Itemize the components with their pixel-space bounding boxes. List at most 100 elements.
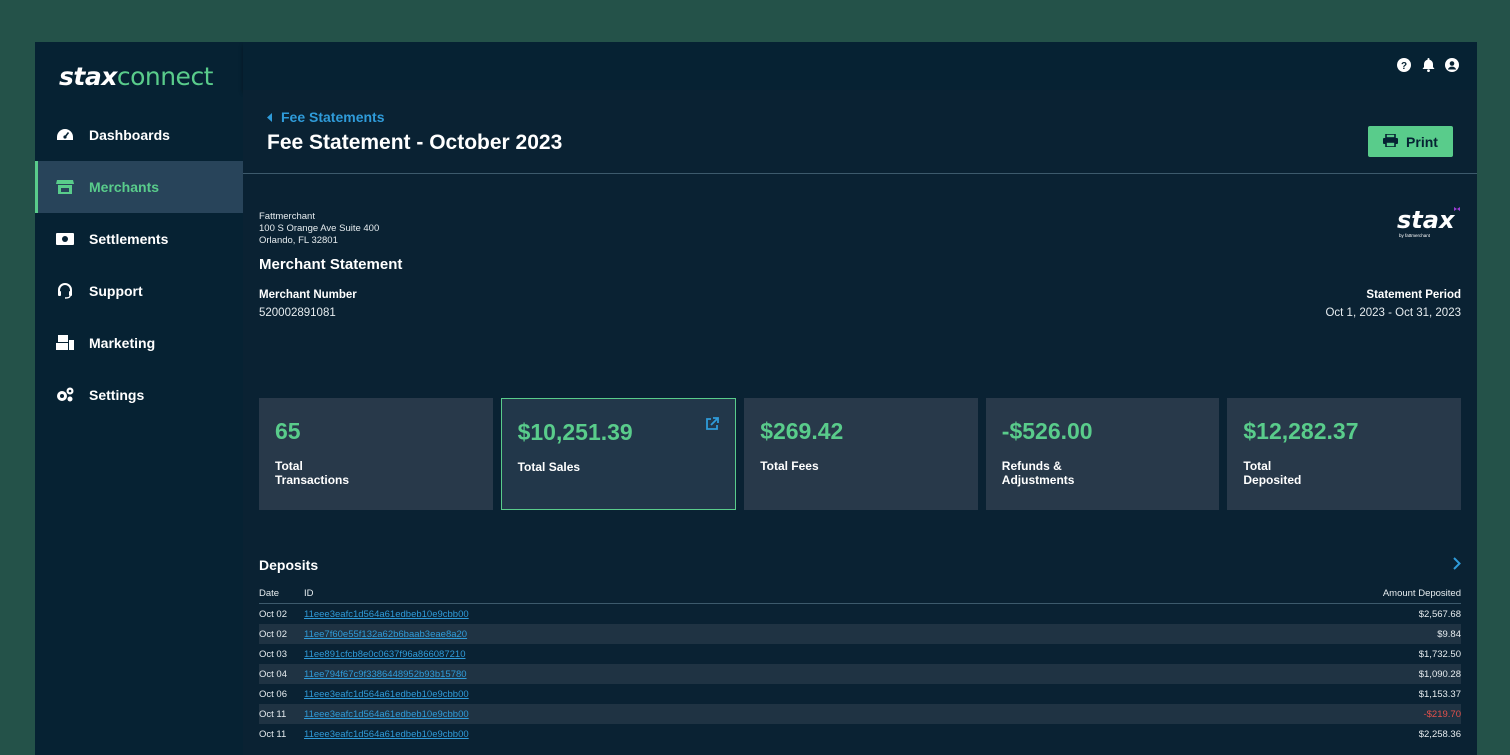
statement-period-value: Oct 1, 2023 - Oct 31, 2023 bbox=[1325, 307, 1461, 319]
row-date: Oct 02 bbox=[259, 628, 287, 640]
address-line-1: 100 S Orange Ave Suite 400 bbox=[259, 223, 380, 234]
row-amount: -$219.70 bbox=[1423, 708, 1461, 720]
headset-icon bbox=[55, 281, 75, 301]
stax-logo: stax by fattmerchant bbox=[1397, 206, 1461, 242]
merchant-address: Fattmerchant 100 S Orange Ave Suite 400 … bbox=[259, 211, 379, 247]
sidebar-item-marketing[interactable]: Marketing bbox=[35, 317, 243, 369]
card-total-transactions[interactable]: 65 Total Transactions bbox=[259, 398, 493, 510]
row-amount: $1,090.28 bbox=[1418, 668, 1461, 680]
print-label: Print bbox=[1406, 133, 1438, 150]
card-total-fees[interactable]: $269.42 Total Fees bbox=[744, 398, 978, 510]
row-date: Oct 11 bbox=[259, 708, 287, 720]
chevron-left-icon bbox=[267, 109, 273, 125]
main-content: Fee Statements Fee Statement - October 2… bbox=[243, 90, 1477, 755]
sidebar-item-label: Dashboards bbox=[89, 127, 170, 143]
table-row: Oct 11 11eee3eafc1d564a61edbeb10e9cbb00 … bbox=[259, 704, 1461, 724]
bell-icon[interactable] bbox=[1421, 58, 1435, 72]
store-icon bbox=[55, 177, 75, 197]
row-id-link[interactable]: 11eee3eafc1d564a61edbeb10e9cbb00 bbox=[304, 729, 469, 740]
logo-stax-text: stax bbox=[59, 62, 117, 91]
table-header: Date ID Amount Deposited bbox=[259, 584, 1461, 604]
stax-logo-sub: by fattmerchant bbox=[1399, 233, 1431, 238]
page-header: Fee Statements Fee Statement - October 2… bbox=[243, 90, 1477, 174]
logo-connect-text: connect bbox=[116, 62, 214, 91]
table-row: Oct 03 11ee891cfcb8e0c0637f96a866087210 … bbox=[259, 644, 1461, 664]
row-amount: $2,258.36 bbox=[1418, 728, 1461, 740]
table-row: Oct 02 11eee3eafc1d564a61edbeb10e9cbb00 … bbox=[259, 604, 1461, 624]
card-label: Total Transactions bbox=[275, 459, 350, 487]
table-row: Oct 06 11eee3eafc1d564a61edbeb10e9cbb00 … bbox=[259, 684, 1461, 704]
row-amount: $9.84 bbox=[1437, 628, 1461, 640]
row-amount: $1,732.50 bbox=[1418, 648, 1461, 660]
top-bar: ? bbox=[243, 42, 1477, 90]
top-icons: ? bbox=[1397, 58, 1459, 72]
deposits-title: Deposits bbox=[259, 557, 319, 573]
marketing-icon bbox=[55, 333, 75, 353]
card-value: $10,251.39 bbox=[517, 419, 633, 445]
row-id-link[interactable]: 11ee891cfcb8e0c0637f96a866087210 bbox=[304, 649, 465, 660]
card-total-sales[interactable]: $10,251.39 Total Sales bbox=[500, 398, 737, 510]
row-amount: $2,567.68 bbox=[1418, 608, 1461, 620]
row-id-link[interactable]: 11eee3eafc1d564a61edbeb10e9cbb00 bbox=[304, 609, 469, 620]
app-window: staxconnect Dashboards Merchants Settlem… bbox=[35, 42, 1477, 755]
card-label: Total Sales bbox=[517, 460, 581, 474]
sidebar-nav: Dashboards Merchants Settlements Support bbox=[35, 109, 243, 421]
stax-logo-text: stax bbox=[1397, 206, 1456, 234]
page-title: Fee Statement - October 2023 bbox=[267, 131, 563, 154]
row-id-link[interactable]: 11eee3eafc1d564a61edbeb10e9cbb00 bbox=[304, 709, 469, 720]
help-icon[interactable]: ? bbox=[1397, 58, 1411, 72]
card-label: Total Deposited bbox=[1243, 459, 1302, 487]
statement-title: Merchant Statement bbox=[259, 256, 403, 273]
row-date: Oct 03 bbox=[259, 648, 287, 660]
back-link-label: Fee Statements bbox=[281, 109, 385, 125]
header-date: Date bbox=[259, 588, 280, 599]
row-id-link[interactable]: 11ee794f67c9f3386448952b93b15780 bbox=[304, 669, 467, 680]
row-date: Oct 06 bbox=[259, 688, 287, 700]
deposits-table: Date ID Amount Deposited Oct 02 11eee3ea… bbox=[259, 584, 1461, 744]
sidebar-item-settings[interactable]: Settings bbox=[35, 369, 243, 421]
header-id: ID bbox=[304, 588, 314, 599]
sidebar-item-settlements[interactable]: Settlements bbox=[35, 213, 243, 265]
statement-period-label: Statement Period bbox=[1366, 289, 1461, 301]
back-link-fee-statements[interactable]: Fee Statements bbox=[267, 109, 384, 125]
print-button[interactable]: Print bbox=[1368, 126, 1453, 157]
sidebar: staxconnect Dashboards Merchants Settlem… bbox=[35, 42, 243, 755]
external-link-icon[interactable] bbox=[705, 417, 720, 436]
sidebar-item-dashboards[interactable]: Dashboards bbox=[35, 109, 243, 161]
sidebar-item-support[interactable]: Support bbox=[35, 265, 243, 317]
row-id-link[interactable]: 11eee3eafc1d564a61edbeb10e9cbb00 bbox=[304, 689, 469, 700]
card-refunds-adjustments[interactable]: -$526.00 Refunds & Adjustments bbox=[985, 398, 1220, 510]
address-line-2: Orlando, FL 32801 bbox=[259, 235, 338, 246]
dashboard-icon bbox=[55, 125, 75, 145]
sidebar-item-label: Settings bbox=[89, 387, 145, 403]
table-row: Oct 11 11eee3eafc1d564a61edbeb10e9cbb00 … bbox=[259, 724, 1461, 744]
printer-icon bbox=[1383, 132, 1399, 150]
card-value: $12,282.37 bbox=[1243, 418, 1359, 444]
row-date: Oct 02 bbox=[259, 608, 287, 620]
table-row: Oct 04 11ee794f67c9f3386448952b93b15780 … bbox=[259, 664, 1461, 684]
sidebar-item-label: Support bbox=[89, 283, 143, 299]
svg-text:?: ? bbox=[1401, 61, 1407, 72]
card-value: $269.42 bbox=[760, 418, 844, 444]
card-value: -$526.00 bbox=[1001, 418, 1093, 444]
sidebar-item-label: Merchants bbox=[89, 179, 160, 195]
card-label: Total Fees bbox=[760, 459, 819, 473]
sidebar-item-label: Marketing bbox=[89, 335, 156, 351]
merchant-number-value: 520002891081 bbox=[259, 307, 336, 319]
table-row: Oct 02 11ee7f60e55f132a62b6baab3eae8a20 … bbox=[259, 624, 1461, 644]
row-date: Oct 04 bbox=[259, 668, 287, 680]
row-date: Oct 11 bbox=[259, 728, 287, 740]
header-amount: Amount Deposited bbox=[1382, 588, 1461, 599]
card-value: 65 bbox=[275, 418, 301, 444]
staxconnect-logo[interactable]: staxconnect bbox=[59, 62, 214, 91]
sidebar-item-merchants[interactable]: Merchants bbox=[35, 161, 243, 213]
card-total-deposited[interactable]: $12,282.37 Total Deposited bbox=[1227, 398, 1461, 510]
chevron-right-icon[interactable] bbox=[1453, 557, 1461, 575]
summary-cards: 65 Total Transactions $10,251.39 Total S… bbox=[259, 398, 1461, 510]
sidebar-item-label: Settlements bbox=[89, 231, 169, 247]
company-name: Fattmerchant bbox=[259, 211, 315, 222]
row-id-link[interactable]: 11ee7f60e55f132a62b6baab3eae8a20 bbox=[304, 629, 467, 640]
money-icon bbox=[55, 229, 75, 249]
user-icon[interactable] bbox=[1445, 58, 1459, 72]
row-amount: $1,153.37 bbox=[1418, 688, 1461, 700]
